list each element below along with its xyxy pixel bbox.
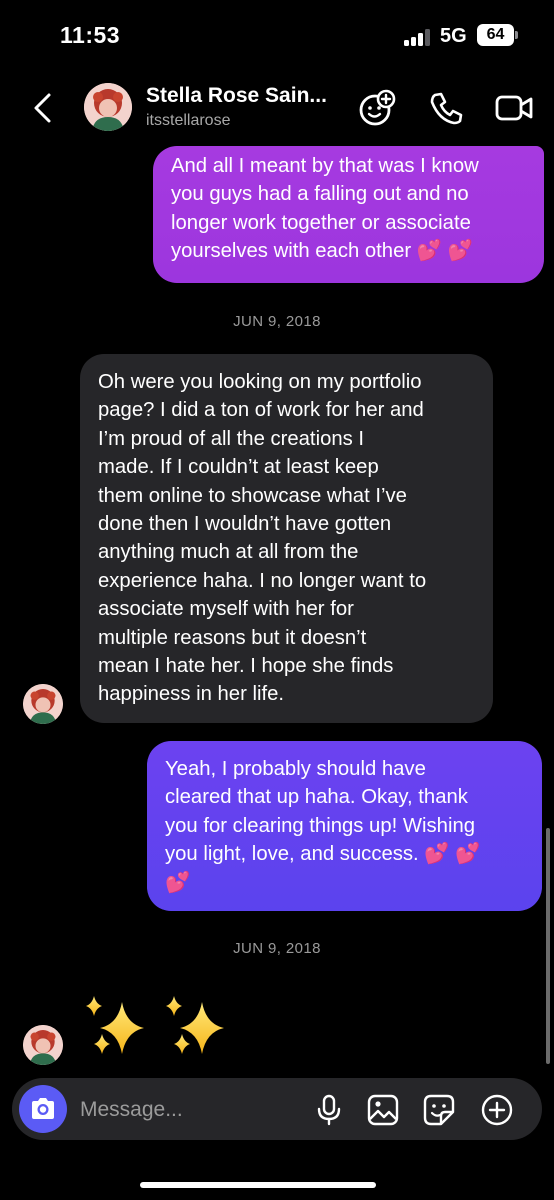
status-time: 11:53 <box>60 22 121 48</box>
chat-header: Stella Rose Sain... itsstellarose <box>0 70 554 146</box>
sent-message-bubble[interactable]: Yeah, I probably should have cleared tha… <box>147 741 542 911</box>
plus-circle-icon[interactable] <box>480 1093 514 1127</box>
home-indicator[interactable] <box>140 1182 376 1188</box>
sender-avatar[interactable] <box>23 1025 63 1065</box>
video-camera-icon[interactable] <box>494 88 534 128</box>
sticker-add-icon[interactable] <box>357 88 397 128</box>
back-chevron-icon[interactable] <box>28 90 62 126</box>
message-text: Oh were you looking on my portfolio page… <box>98 371 427 706</box>
camera-icon[interactable] <box>19 1085 67 1133</box>
contact-name[interactable]: Stella Rose Sain... <box>146 84 327 108</box>
microphone-icon[interactable] <box>312 1093 346 1127</box>
cellular-signal-icon <box>404 28 434 46</box>
message-text: Yeah, I probably should have cleared tha… <box>165 758 481 894</box>
network-type: 5G <box>440 25 467 47</box>
sparkles-icon[interactable] <box>80 990 240 1065</box>
received-message-bubble[interactable]: Oh were you looking on my portfolio page… <box>80 354 493 723</box>
battery-icon: 64 <box>477 24 519 46</box>
date-separator: JUN 9, 2018 <box>233 940 321 957</box>
message-input[interactable] <box>80 1096 300 1124</box>
sent-message-bubble[interactable]: And all I meant by that was I know you g… <box>153 146 544 283</box>
contact-handle[interactable]: itsstellarose <box>146 112 230 130</box>
scrollbar[interactable] <box>546 828 550 1064</box>
status-bar: 11:53 5G 64 <box>0 0 554 70</box>
phone-icon[interactable] <box>426 88 466 128</box>
date-separator: JUN 9, 2018 <box>233 313 321 330</box>
message-composer <box>12 1078 542 1140</box>
contact-avatar[interactable] <box>84 83 132 131</box>
sender-avatar[interactable] <box>23 684 63 724</box>
message-text: And all I meant by that was I know you g… <box>171 155 479 263</box>
dm-screen: 11:53 5G 64 Stella Rose Sain... itsstell… <box>0 0 554 1200</box>
battery-level: 64 <box>477 24 514 46</box>
image-icon[interactable] <box>366 1093 400 1127</box>
sticker-icon[interactable] <box>422 1093 456 1127</box>
